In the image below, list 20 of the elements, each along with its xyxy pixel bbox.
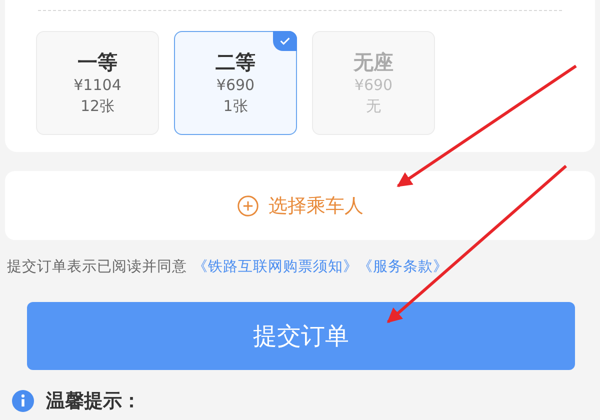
seat-price: ¥690 bbox=[216, 75, 255, 96]
seat-option[interactable]: 二等 ¥690 1张 bbox=[174, 31, 297, 135]
seat-price: ¥690 bbox=[354, 75, 393, 96]
terms-link[interactable]: 《服务条款》 bbox=[358, 256, 448, 278]
seat-count: 无 bbox=[366, 96, 381, 117]
seat-count: 12张 bbox=[80, 96, 115, 117]
submit-order-button[interactable]: 提交订单 bbox=[27, 302, 575, 370]
seat-count: 1张 bbox=[223, 96, 248, 117]
seat-class: 一等 bbox=[78, 49, 118, 75]
plus-circle-icon bbox=[236, 194, 258, 216]
seat-price: ¥1104 bbox=[74, 75, 122, 96]
agreement-text: 提交订单表示已阅读并同意 bbox=[7, 258, 187, 277]
check-icon bbox=[273, 31, 297, 51]
seat-class: 二等 bbox=[216, 49, 256, 75]
select-passenger-button[interactable]: 选择乘车人 bbox=[5, 171, 595, 240]
seat-class: 无座 bbox=[354, 49, 394, 75]
info-icon bbox=[12, 390, 34, 412]
terms-link[interactable]: 《铁路互联网购票须知》 bbox=[193, 256, 358, 278]
seat-option[interactable]: 一等 ¥1104 12张 bbox=[36, 31, 159, 135]
tip-title: 温馨提示： bbox=[46, 389, 141, 414]
